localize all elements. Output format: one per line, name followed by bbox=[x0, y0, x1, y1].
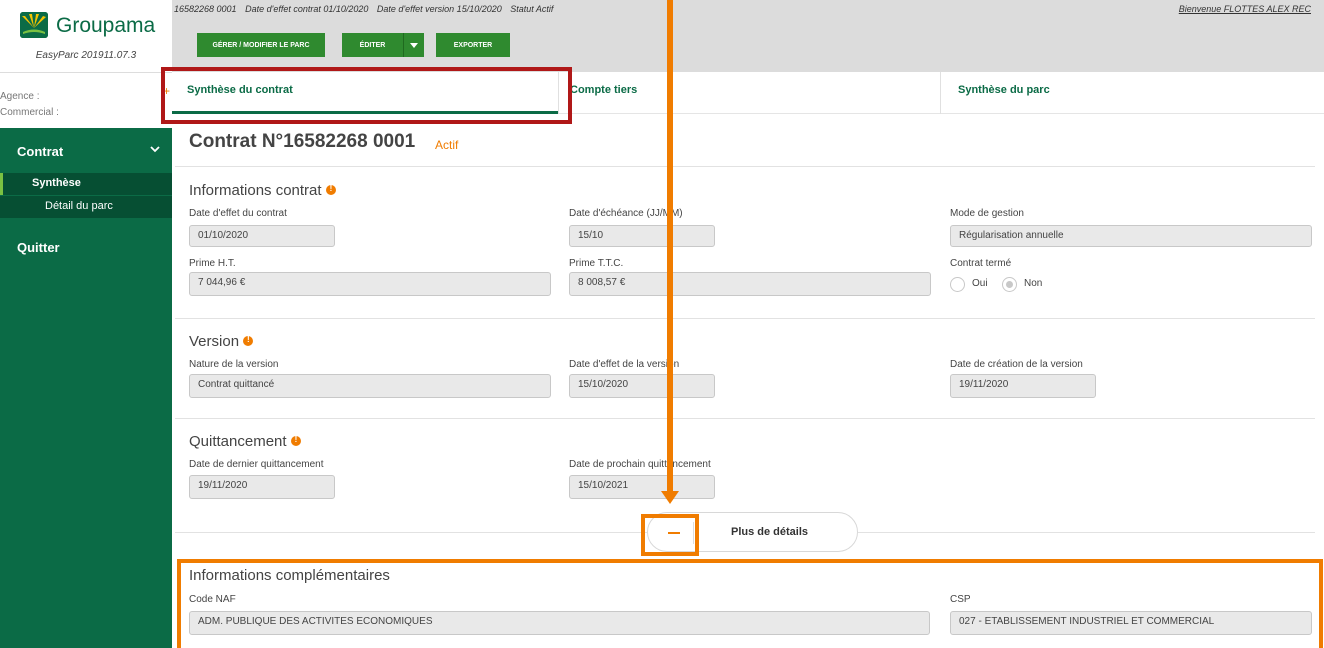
caret-down-icon bbox=[410, 42, 418, 48]
highlight-box-toggle bbox=[641, 514, 699, 556]
tab-synthese-parc[interactable]: Synthèse du parc bbox=[958, 72, 1324, 114]
divider bbox=[175, 532, 647, 533]
sidebar-item-contrat[interactable]: Contrat bbox=[0, 132, 172, 166]
sidebar-item-synthese[interactable]: Synthèse bbox=[0, 173, 172, 195]
logo-text: Groupama bbox=[56, 14, 156, 37]
prime-ht-field[interactable]: 7 044,96 € bbox=[189, 272, 551, 296]
editer-dropdown-button[interactable] bbox=[403, 33, 424, 57]
editer-button[interactable]: ÉDITER bbox=[342, 33, 403, 57]
tab-label: Compte tiers bbox=[570, 84, 638, 96]
field-label: Prime H.T. bbox=[189, 258, 236, 269]
sidebar-item-label: Détail du parc bbox=[45, 200, 113, 212]
logo-area: Groupama EasyParc 201911.07.3 bbox=[0, 0, 172, 72]
page-title: Contrat N°16582268 0001 bbox=[189, 131, 416, 152]
radio-label: Oui bbox=[972, 278, 988, 289]
section-title-text: Version bbox=[189, 333, 240, 350]
section-title-text: Informations contrat bbox=[189, 182, 322, 199]
prochain-quittancement-field[interactable]: 15/10/2021 bbox=[569, 475, 715, 499]
app-version: EasyParc 201911.07.3 bbox=[35, 50, 137, 61]
field-label: Date de dernier quittancement bbox=[189, 459, 324, 470]
groupama-logo-icon bbox=[20, 12, 48, 38]
divider bbox=[175, 318, 1315, 319]
sidebar: Contrat Synthèse Détail du parc Quitter bbox=[0, 128, 172, 648]
nature-version-field[interactable]: Contrat quittancé bbox=[189, 374, 551, 398]
field-label: Date d'échéance (JJ/MM) bbox=[569, 208, 683, 219]
section-title-quittancement: Quittancement bbox=[189, 433, 301, 450]
commercial-label: Commercial : bbox=[0, 107, 59, 118]
divider bbox=[858, 532, 1315, 533]
date-effet-version-field[interactable]: 15/10/2020 bbox=[569, 374, 715, 398]
field-label: Nature de la version bbox=[189, 359, 279, 370]
annotation-arrow-head bbox=[661, 491, 679, 504]
radio-label: Non bbox=[1024, 278, 1043, 289]
field-label: Contrat termé bbox=[950, 258, 1012, 269]
status-badge: Actif bbox=[435, 138, 459, 152]
info-icon[interactable] bbox=[243, 335, 254, 346]
tab-divider bbox=[940, 72, 941, 114]
radio-non[interactable] bbox=[1002, 277, 1017, 292]
divider bbox=[175, 418, 1315, 419]
top-bar: 16582268 0001 Date d'effet contrat 01/10… bbox=[172, 0, 1324, 72]
exporter-button[interactable]: EXPORTER bbox=[436, 33, 510, 57]
date-effet-contrat-field[interactable]: 01/10/2020 bbox=[189, 225, 335, 247]
highlight-box-complementaires bbox=[177, 559, 1323, 648]
field-label: Date d'effet du contrat bbox=[189, 208, 287, 219]
mode-gestion-field[interactable]: Régularisation annuelle bbox=[950, 225, 1312, 247]
plus-details-label: Plus de détails bbox=[731, 526, 809, 538]
section-title-version: Version bbox=[189, 333, 254, 350]
date-creation-version-field[interactable]: 19/11/2020 bbox=[950, 374, 1096, 398]
welcome-link[interactable]: Bienvenue FLOTTES ALEX REC bbox=[1179, 4, 1311, 14]
field-label: Prime T.T.C. bbox=[569, 258, 624, 269]
effet-contrat: Date d'effet contrat 01/10/2020 bbox=[245, 4, 369, 14]
section-title-text: Quittancement bbox=[189, 433, 287, 450]
statut: Statut Actif bbox=[510, 4, 554, 14]
divider bbox=[175, 166, 1315, 167]
radio-oui[interactable] bbox=[950, 277, 965, 292]
sidebar-item-quitter[interactable]: Quitter bbox=[17, 240, 60, 255]
date-echeance-field[interactable]: 15/10 bbox=[569, 225, 715, 247]
sidebar-item-label: Synthèse bbox=[32, 177, 81, 189]
sidebar-item-detail-parc[interactable]: Détail du parc bbox=[0, 196, 172, 218]
field-label: Date de création de la version bbox=[950, 359, 1083, 370]
dernier-quittancement-field[interactable]: 19/11/2020 bbox=[189, 475, 335, 499]
contract-info-line: 16582268 0001 Date d'effet contrat 01/10… bbox=[174, 4, 559, 14]
field-label: Mode de gestion bbox=[950, 208, 1024, 219]
highlight-box-tab bbox=[161, 67, 572, 124]
tab-compte-tiers[interactable]: Compte tiers bbox=[570, 72, 950, 114]
chevron-down-icon bbox=[150, 146, 160, 153]
agence-label: Agence : bbox=[0, 91, 40, 102]
info-icon[interactable] bbox=[290, 435, 301, 446]
annotation-arrow bbox=[667, 0, 673, 493]
section-title-info-contrat: Informations contrat bbox=[189, 182, 336, 199]
prime-ttc-field[interactable]: 8 008,57 € bbox=[569, 272, 931, 296]
sidebar-item-label: Contrat bbox=[17, 144, 64, 159]
gerer-parc-button[interactable]: GÉRER / MODIFIER LE PARC bbox=[197, 33, 325, 57]
tab-label: Synthèse du parc bbox=[958, 84, 1050, 96]
info-icon[interactable] bbox=[325, 184, 336, 195]
effet-version: Date d'effet version 15/10/2020 bbox=[376, 4, 502, 14]
agency-info: Agence : Commercial : bbox=[0, 72, 172, 128]
field-label: Date d'effet de la version bbox=[569, 359, 680, 370]
field-label: Date de prochain quittancement bbox=[569, 459, 711, 470]
contract-number: 16582268 0001 bbox=[174, 4, 237, 14]
